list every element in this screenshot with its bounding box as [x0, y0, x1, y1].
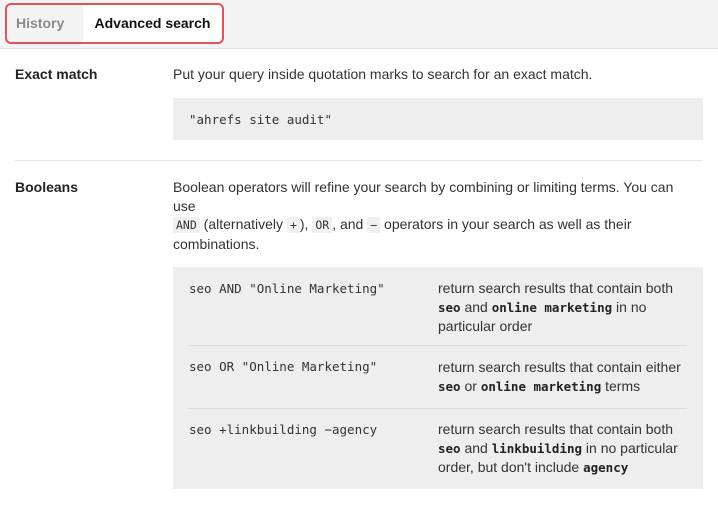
example-query: seo +linkbuilding −agency — [189, 422, 378, 437]
example-desc-line: return search results that contain both — [438, 421, 674, 437]
example-description: return search results that contain both … — [438, 279, 690, 336]
booleans-desc-line2: use — [173, 197, 196, 214]
close-text: ), — [299, 216, 309, 232]
minus-operator-code: − — [367, 217, 381, 233]
keyword: seo — [438, 378, 461, 394]
connector-text: and — [460, 439, 492, 456]
exact-match-example-box: "ahrefs site audit" — [173, 98, 703, 140]
tail-text: operators in your search as well as thei… — [380, 216, 632, 232]
boolean-examples-box: seo AND "Online Marketing" return search… — [173, 267, 703, 489]
booleans-description: Boolean operators will refine your searc… — [173, 178, 698, 253]
booleans-desc-line4: combinations. — [173, 235, 260, 252]
keyword: seo — [438, 299, 461, 315]
exact-match-example: "ahrefs site audit" — [189, 112, 332, 127]
booleans-desc-line1: Boolean operators will refine your searc… — [173, 179, 674, 195]
example-desc-line: return search results that contain eithe… — [438, 359, 681, 375]
example-query: seo OR "Online Marketing" — [189, 359, 378, 374]
connector-text: terms — [601, 377, 641, 394]
example-description: return search results that contain eithe… — [438, 358, 690, 396]
connector-text: order, but don't include — [438, 459, 584, 475]
and-text: , and — [332, 216, 364, 232]
plus-operator-code: + — [286, 217, 300, 233]
example-desc-line: return search results that contain both — [438, 280, 674, 296]
connector-text: and — [460, 298, 492, 315]
or-operator-code: OR — [312, 217, 333, 233]
exact-match-description: Put your query inside quotation marks to… — [173, 66, 593, 82]
keyword: online marketing — [480, 378, 602, 394]
connector-text: or — [460, 377, 481, 394]
keyword: seo — [438, 440, 461, 456]
example-desc-line: seo and linkbuilding in no particular — [438, 439, 690, 459]
example-desc-line: seo or online marketing terms — [438, 377, 690, 397]
keyword: online marketing — [491, 299, 613, 315]
example-desc-line: seo and online marketing in no — [438, 298, 690, 318]
section-divider — [15, 160, 703, 161]
example-query: seo AND "Online Marketing" — [189, 281, 385, 296]
exact-match-title: Exact match — [15, 66, 98, 82]
example-description: return search results that contain both … — [438, 420, 690, 478]
tab-bar: History Advanced search — [0, 0, 718, 49]
alt-text: (alternatively — [199, 216, 287, 232]
example-divider — [189, 345, 687, 346]
keyword: linkbuilding — [491, 440, 583, 456]
connector-text: in no particular — [582, 439, 678, 456]
connector-text: in no — [612, 298, 647, 315]
and-operator-code: AND — [173, 217, 200, 233]
example-desc-line: order, but don't include agency — [438, 458, 690, 478]
tab-highlight-outline — [5, 3, 224, 44]
booleans-title: Booleans — [15, 179, 79, 195]
example-divider — [189, 408, 687, 409]
keyword: agency — [583, 460, 629, 475]
booleans-desc-line3: AND (alternatively +), OR, and − operato… — [173, 215, 698, 235]
example-desc-line: particular order — [438, 318, 533, 334]
